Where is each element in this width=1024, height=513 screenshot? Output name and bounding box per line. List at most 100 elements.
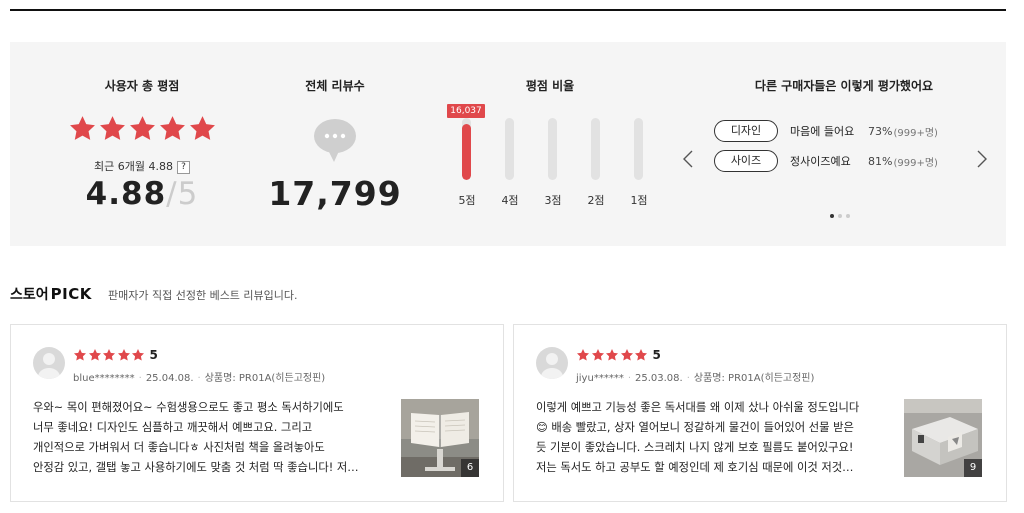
avatar [536, 347, 568, 379]
evaluation-text: 마음에 들어요 [790, 125, 855, 138]
star-icon [620, 349, 633, 361]
review-line: 너무 좋네요! 디자인도 심플하고 깨끗해서 예쁘고요. 그리고 [33, 421, 313, 434]
photo-count-badge: 9 [964, 459, 982, 477]
review-stars: 5 [576, 348, 661, 362]
ratio-bar-fill [462, 124, 471, 180]
ratio-bar-label: 2점 [587, 194, 605, 207]
total-rating-title: 사용자 총 평점 [104, 79, 180, 93]
review-line: 안정감 있고, 갤탭 놓고 사용하기에도 맞춤 것 처럼 딱 좋습니다! 저… [33, 461, 359, 474]
review-count-section: 전체 리뷰수 17,799 [260, 42, 410, 246]
star-icon [160, 116, 185, 140]
review-line: 이렇게 예쁘고 기능성 좋은 독서대를 왜 이제 샀나 아쉬울 정도입니다 [536, 401, 860, 414]
rating-ratio-section: 평점 비율 16,037 5점 4점 3점 2점 1점 [435, 42, 660, 246]
ratio-bar-label: 3점 [544, 194, 562, 207]
pagination-dot[interactable] [830, 214, 834, 218]
review-photo[interactable]: 6 [401, 399, 479, 477]
star-icon [634, 349, 648, 361]
review-line: 개인적으로 가벼워서 더 좋습니다ㅎ 사진처럼 책을 올려놓아도 [33, 441, 325, 454]
star-icon [73, 349, 87, 361]
review-date: 25.04.08. [145, 373, 194, 384]
score-slash: / [166, 176, 178, 212]
evaluation-item: 디자인 마음에 들어요 73% (999+명) [714, 120, 954, 142]
help-button[interactable]: ? [176, 161, 190, 174]
review-card[interactable]: 5 jiyu****** · 25.03.08. · 상품명: PR01A(히든고정핀)… [513, 324, 1007, 502]
star-icon [70, 116, 95, 140]
total-score: 4.88/5 [50, 176, 234, 212]
review-stars: 5 [73, 348, 158, 362]
ratio-bar-track [505, 118, 514, 180]
ratio-bar-count-tag: 16,037 [447, 104, 485, 118]
review-summary-panel: 사용자 총 평점 최근 6개월 4.88? 4.88/5 전체 리뷰수 17,7… [10, 42, 1006, 246]
star-icon [131, 349, 145, 361]
pagination-dot[interactable] [846, 214, 850, 218]
pagination-dot[interactable] [838, 214, 842, 218]
ratio-bar-label: 1점 [630, 194, 648, 207]
ratio-bar-1: 1점 [617, 118, 661, 208]
store-pick-title-bold: PICK [50, 285, 92, 303]
store-pick-subtitle: 판매자가 직접 선정한 베스트 리뷰입니다. [108, 289, 298, 302]
evaluation-count: (999+명) [893, 157, 938, 169]
star-icon [88, 349, 101, 361]
ratio-bar-track [634, 118, 643, 180]
star-icon [591, 349, 604, 361]
evaluation-item: 사이즈 정사이즈예요 81% (999+명) [714, 150, 954, 172]
review-meta: blue******** · 25.04.08. · 상품명: PR01A(히든고정핀) [73, 373, 326, 384]
buyer-evaluation-title: 다른 구매자들은 이렇게 평가했어요 [754, 79, 934, 93]
ratio-bar-5: 16,037 5점 [445, 104, 489, 208]
review-line: 우와~ 목이 편해졌어요~ 수험생용으로도 좋고 평소 독서하기에도 [33, 401, 344, 414]
evaluation-tag: 사이즈 [714, 150, 778, 172]
reviewer-id: blue******** [73, 373, 135, 384]
ratio-bar-2: 2점 [574, 118, 618, 208]
evaluation-percent: 81% [868, 154, 893, 168]
review-card[interactable]: 5 blue******** · 25.04.08. · 상품명: PR01A(히든고정… [10, 324, 504, 502]
ratio-bar-track [462, 118, 471, 180]
star-icon [576, 349, 590, 361]
star-icon [130, 116, 155, 140]
ratio-bar-label: 5점 [458, 194, 476, 207]
rating-ratio-title: 평점 비율 [525, 79, 575, 93]
star-icon [102, 349, 116, 361]
evaluation-count: (999+명) [893, 127, 938, 139]
recent-rating-label: 최근 6개월 4.88 [94, 160, 173, 173]
ratio-bar-3: 3점 [531, 118, 575, 208]
review-product: 상품명: PR01A(히든고정핀) [204, 373, 326, 384]
reviewer-id: jiyu****** [576, 373, 624, 384]
store-pick-title: 스토어 PICK [10, 284, 92, 304]
review-body: 우와~ 목이 편해졌어요~ 수험생용으로도 좋고 평소 독서하기에도 너무 좋네… [33, 398, 383, 478]
score-max: 5 [177, 176, 199, 212]
recent-rating: 최근 6개월 4.88? [50, 158, 234, 174]
top-divider [10, 9, 1006, 11]
evaluation-percent: 73% [868, 124, 893, 138]
ratio-bar-track [548, 118, 557, 180]
speech-bubble-icon [312, 118, 358, 162]
review-photo[interactable]: 9 [904, 399, 982, 477]
review-line: 듯 기분이 좋았습니다. 스크레치 나지 않게 보호 필름도 붙어있구요! [536, 441, 854, 454]
star-icon [117, 349, 130, 361]
review-date: 25.03.08. [635, 373, 683, 384]
carousel-pagination [830, 214, 850, 218]
star-icon [605, 349, 619, 361]
review-count-value: 17,799 [268, 174, 402, 213]
total-rating-section: 사용자 총 평점 최근 6개월 4.88? 4.88/5 [50, 42, 234, 246]
review-meta: jiyu****** · 25.03.08. · 상품명: PR01A(히든고정핀) [576, 373, 815, 384]
review-body: 이렇게 예쁘고 기능성 좋은 독서대를 왜 이제 샀나 아쉬울 정도입니다 😊 … [536, 398, 886, 478]
evaluation-text: 정사이즈예요 [790, 155, 851, 168]
store-pick-title-text: 스토어 [10, 287, 49, 303]
next-arrow-icon[interactable] [976, 150, 988, 168]
review-line: 저는 독서도 하고 공부도 할 예정인데 제 호기심 때문에 이것 저것… [536, 461, 854, 474]
rating-stars [68, 114, 218, 143]
ratio-bar-label: 4점 [501, 194, 519, 207]
buyer-evaluation-section: 다른 구매자들은 이렇게 평가했어요 디자인 마음에 들어요 73% (999+… [682, 42, 1006, 246]
evaluation-tag: 디자인 [714, 120, 778, 142]
ratio-bar-track [591, 118, 600, 180]
review-line: 😊 배송 빨랐고, 상자 열어보니 정갈하게 물건이 들어있어 선물 받은 [536, 421, 854, 434]
star-icon [190, 116, 215, 140]
prev-arrow-icon[interactable] [682, 150, 694, 168]
star-icon [100, 116, 125, 140]
avatar [33, 347, 65, 379]
review-product: 상품명: PR01A(히든고정핀) [693, 373, 815, 384]
review-score: 5 [652, 348, 661, 362]
photo-count-badge: 6 [461, 459, 479, 477]
ratio-bar-4: 4점 [488, 118, 532, 208]
review-count-title: 전체 리뷰수 [305, 79, 365, 93]
